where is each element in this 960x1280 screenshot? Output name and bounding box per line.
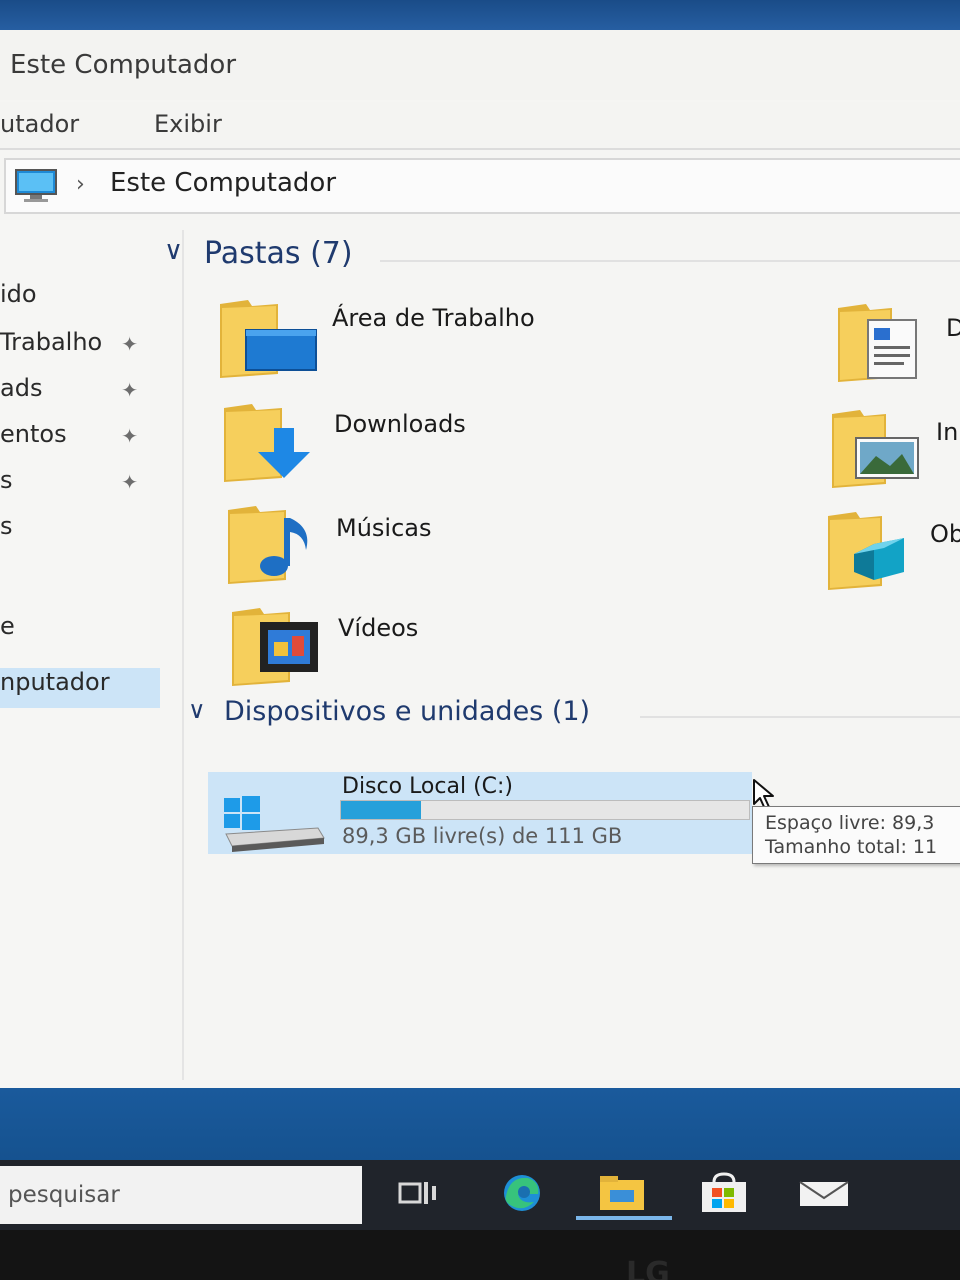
desktop-folder-icon (220, 300, 317, 378)
pane-divider[interactable] (182, 230, 184, 1080)
nav-item-this-pc[interactable]: nputador (0, 668, 160, 708)
folder-label: Área de Trabalho (332, 304, 535, 332)
pin-icon: ✦ (121, 470, 138, 494)
pin-icon: ✦ (121, 332, 138, 356)
folder-label: D (946, 314, 960, 342)
drive-usage-fill (341, 801, 421, 819)
tooltip-total-size: Tamanho total: 11 (765, 836, 938, 858)
nav-item-label: ido (0, 280, 37, 308)
mail-icon[interactable] (796, 1170, 852, 1216)
pin-icon: ✦ (121, 378, 138, 402)
documents-folder-icon (838, 304, 917, 382)
nav-item-videos[interactable]: s (0, 512, 150, 552)
devices-section-header[interactable]: Dispositivos e unidades (1) (224, 696, 590, 727)
folder-label: In (936, 418, 959, 446)
store-icon[interactable] (696, 1170, 752, 1216)
folder-documents[interactable]: D (836, 302, 960, 392)
nav-item-label: s (0, 512, 13, 540)
nav-item-pictures[interactable]: s ✦ (0, 466, 150, 506)
monitor-bezel (0, 1230, 960, 1280)
folder-desktop[interactable]: Área de Trabalho (218, 298, 558, 388)
devices-collapse-chevron-icon[interactable]: ∨ (188, 696, 206, 724)
drive-usage-bar (340, 800, 750, 820)
downloads-folder-icon (224, 404, 310, 482)
nav-item-desktop[interactable]: Trabalho ✦ (0, 328, 150, 368)
nav-item-label: entos (0, 420, 67, 448)
tooltip-free-space: Espaço livre: 89,3 (765, 812, 935, 834)
folder-label: Músicas (336, 514, 432, 542)
file-explorer-icon[interactable] (594, 1170, 650, 1216)
tab-exibir[interactable]: Exibir (154, 110, 222, 138)
nav-item-downloads[interactable]: ads ✦ (0, 374, 150, 414)
edge-icon[interactable] (494, 1170, 550, 1216)
search-placeholder: pesquisar (8, 1182, 120, 1208)
folder-3d-objects[interactable]: Ob (826, 510, 960, 600)
folders-section-header[interactable]: Pastas (7) (204, 236, 353, 271)
nav-item-label: ads (0, 374, 43, 402)
folders-collapse-chevron-icon[interactable]: ∨ (164, 236, 183, 266)
section-divider (380, 260, 960, 262)
drive-c-tile[interactable]: Disco Local (C:) 89,3 GB livre(s) de 111… (208, 772, 752, 854)
nav-item-quick-access[interactable]: ido (0, 280, 150, 320)
file-explorer-window: Este Computador utador Exibir › Este Com… (0, 30, 960, 1088)
computer-icon (14, 168, 58, 204)
videos-folder-icon (232, 608, 318, 686)
windows-drive-icon (224, 796, 325, 852)
music-folder-icon (228, 506, 308, 584)
address-bar[interactable]: › Este Computador (4, 158, 960, 214)
folder-videos[interactable]: Vídeos (230, 606, 530, 696)
active-app-indicator (576, 1216, 672, 1220)
3d-objects-folder-icon (828, 512, 904, 590)
nav-item-onedrive[interactable]: e (0, 612, 150, 652)
nav-item-label: e (0, 612, 15, 640)
task-view-icon[interactable] (394, 1170, 450, 1216)
nav-item-label: Trabalho (0, 328, 103, 356)
ribbon-tabs: utador Exibir (0, 102, 960, 150)
taskbar-search-box[interactable]: pesquisar (0, 1166, 362, 1224)
pin-icon: ✦ (121, 424, 138, 448)
folder-downloads[interactable]: Downloads (222, 402, 522, 492)
breadcrumb-current[interactable]: Este Computador (110, 168, 336, 198)
drive-name: Disco Local (C:) (342, 774, 514, 799)
window-title: Este Computador (10, 50, 237, 80)
nav-item-label: nputador (0, 668, 110, 696)
folder-pictures[interactable]: In (830, 408, 960, 498)
folder-label: Downloads (334, 410, 466, 438)
drive-tooltip: Espaço livre: 89,3 Tamanho total: 11 (752, 806, 960, 864)
pictures-folder-icon (832, 410, 919, 488)
nav-item-label: s (0, 466, 13, 494)
drive-free-space: 89,3 GB livre(s) de 111 GB (342, 824, 623, 848)
taskbar: pesquisar (0, 1160, 960, 1230)
breadcrumb-chevron-icon[interactable]: › (76, 172, 85, 197)
tab-computador[interactable]: utador (0, 110, 79, 138)
folder-label: Ob (930, 520, 960, 548)
folder-music[interactable]: Músicas (226, 504, 526, 594)
folder-label: Vídeos (338, 614, 419, 642)
section-divider (640, 716, 960, 718)
navigation-pane: ido Trabalho ✦ ads ✦ entos ✦ s ✦ s e npu… (0, 220, 160, 1088)
nav-item-documents[interactable]: entos ✦ (0, 420, 150, 460)
title-bar[interactable]: Este Computador (0, 30, 960, 100)
monitor-brand-logo: LG (626, 1256, 670, 1280)
